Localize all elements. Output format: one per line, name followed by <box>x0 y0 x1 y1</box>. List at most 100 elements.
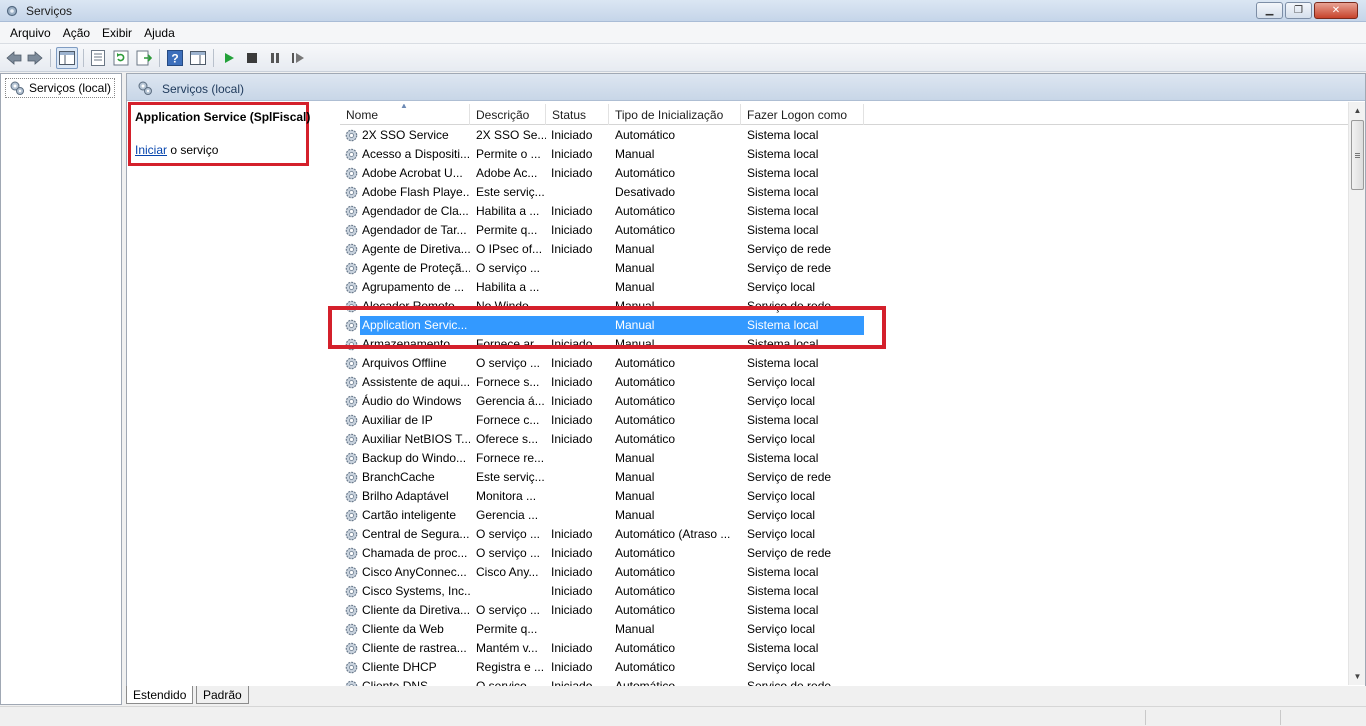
menu-bar: Arquivo Ação Exibir Ajuda <box>0 22 1366 44</box>
service-startup-type: Manual <box>615 147 655 161</box>
service-row[interactable]: Cliente da Diretiva... O serviço ... Inici… <box>340 601 864 620</box>
service-row[interactable]: Agendador de Cla... Habilita a ... Iniciad… <box>340 202 864 221</box>
column-header-logon-as[interactable]: Fazer Logon como <box>741 104 864 125</box>
service-name: BranchCache <box>362 470 435 484</box>
column-header-description[interactable]: Descrição <box>470 104 546 125</box>
start-service-link[interactable]: Iniciar <box>135 143 167 157</box>
service-row[interactable]: Adobe Acrobat U... Adobe Ac... Iniciado Aut… <box>340 164 864 183</box>
service-status: Iniciado <box>551 242 593 256</box>
service-row[interactable]: Cliente DHCP Registra e ... Iniciado Automá… <box>340 658 864 677</box>
service-row[interactable]: BranchCache Este serviç... Manual Serviço d… <box>340 468 864 487</box>
service-row[interactable]: Auxiliar NetBIOS T... Oferece s... Iniciad… <box>340 430 864 449</box>
service-row[interactable]: Backup do Windo... Fornece re... Manual Sis… <box>340 449 864 468</box>
service-description: Cisco Any... <box>476 565 539 579</box>
service-gear-icon <box>345 452 358 465</box>
start-service-icon[interactable] <box>220 49 238 67</box>
stop-service-icon[interactable] <box>243 49 261 67</box>
service-description: Mantém v... <box>476 641 538 655</box>
service-description: Fornece ar... <box>476 337 544 351</box>
service-startup-type: Automático <box>615 223 676 237</box>
service-row[interactable]: 2X SSO Service 2X SSO Se... Iniciado Automá… <box>340 126 864 145</box>
service-gear-icon <box>345 414 358 427</box>
service-row[interactable]: Brilho Adaptável Monitora ... Manual Serviç… <box>340 487 864 506</box>
selected-service-title: Application Service (SplFiscal) <box>135 110 311 124</box>
service-row[interactable]: Alocador Remoto... No Windo... Manual Servi… <box>340 297 864 316</box>
service-startup-type: Automático <box>615 356 676 370</box>
service-row[interactable]: Application Servic... Manual Sistema local <box>340 316 864 335</box>
service-name: Adobe Acrobat U... <box>362 166 463 180</box>
menu-exibir[interactable]: Exibir <box>96 24 138 42</box>
service-gear-icon <box>345 167 358 180</box>
service-row[interactable]: Auxiliar de IP Fornece c... Iniciado Automá… <box>340 411 864 430</box>
service-startup-type: Desativado <box>615 185 676 199</box>
service-row[interactable]: Central de Segura... O serviço ... Iniciad… <box>340 525 864 544</box>
back-icon[interactable] <box>5 49 23 67</box>
service-row[interactable]: Agrupamento de ... Habilita a ... Manual Se… <box>340 278 864 297</box>
service-name: Application Servic... <box>362 318 468 332</box>
service-row[interactable]: Áudio do Windows Gerencia á... Iniciado Aut… <box>340 392 864 411</box>
service-logon-as: Sistema local <box>747 223 819 237</box>
vertical-scrollbar[interactable]: ▲ ▼ <box>1348 102 1365 685</box>
service-name: Cliente da Diretiva... <box>362 603 470 617</box>
menu-ajuda[interactable]: Ajuda <box>138 24 181 42</box>
scroll-down-icon[interactable]: ▼ <box>1349 668 1366 685</box>
service-status: Iniciado <box>551 660 593 674</box>
menu-acao[interactable]: Ação <box>57 24 96 42</box>
tree-item-services-local[interactable]: Serviços (local) <box>5 78 116 98</box>
service-row[interactable]: Arquivos Offline O serviço ... Iniciado Aut… <box>340 354 864 373</box>
service-row[interactable]: Agente de Diretiva... O IPsec of... Inicia… <box>340 240 864 259</box>
help-icon[interactable]: ? <box>166 49 184 67</box>
service-row[interactable]: Adobe Flash Playe... Este serviç... Desati… <box>340 183 864 202</box>
service-row[interactable]: Cliente DNS O serviço ... Iniciado Automáti… <box>340 677 864 686</box>
column-header-status[interactable]: Status <box>546 104 609 125</box>
close-button[interactable]: ✕ <box>1314 2 1358 19</box>
export-list-icon[interactable] <box>135 49 153 67</box>
service-row[interactable]: Acesso a Dispositi... Permite o ... Inicia… <box>340 145 864 164</box>
column-header-startup-type[interactable]: Tipo de Inicialização <box>609 104 741 125</box>
refresh-icon[interactable] <box>112 49 130 67</box>
service-startup-type: Manual <box>615 318 655 332</box>
action-suffix: o serviço <box>167 143 219 157</box>
service-logon-as: Sistema local <box>747 641 819 655</box>
service-row[interactable]: Chamada de proc... O serviço ... Iniciado A… <box>340 544 864 563</box>
view-tabs: Estendido Padrão <box>126 686 1366 706</box>
restart-service-icon[interactable] <box>289 49 307 67</box>
pause-service-icon[interactable] <box>266 49 284 67</box>
scroll-thumb[interactable] <box>1351 120 1364 190</box>
service-name: Chamada de proc... <box>362 546 468 560</box>
service-row[interactable]: Assistente de aqui... Fornece s... Iniciad… <box>340 373 864 392</box>
tab-estendido[interactable]: Estendido <box>126 686 194 704</box>
tab-padrao[interactable]: Padrão <box>196 686 249 704</box>
show-hide-tree-icon[interactable] <box>56 47 78 69</box>
service-gear-icon <box>345 338 358 351</box>
service-name: Agente de Diretiva... <box>362 242 470 256</box>
service-status: Iniciado <box>551 413 593 427</box>
service-row[interactable]: Agendador de Tar... Permite q... Iniciado A… <box>340 221 864 240</box>
forward-icon[interactable] <box>26 49 44 67</box>
service-row[interactable]: Cliente de rastrea... Mantém v... Iniciado… <box>340 639 864 658</box>
service-row[interactable]: Cartão inteligente Gerencia ... Manual Serv… <box>340 506 864 525</box>
status-bar <box>0 706 1366 726</box>
service-logon-as: Serviço de rede <box>747 546 832 560</box>
minimize-button[interactable]: ▁ <box>1256 2 1283 19</box>
scroll-up-icon[interactable]: ▲ <box>1349 102 1366 119</box>
service-status: Iniciado <box>551 356 593 370</box>
service-row[interactable]: Cisco Systems, Inc... Iniciado Automático S… <box>340 582 864 601</box>
service-row[interactable]: Cisco AnyConnec... Cisco Any... Iniciado Au… <box>340 563 864 582</box>
service-logon-as: Serviço local <box>747 432 816 446</box>
restore-button[interactable]: ❐ <box>1285 2 1312 19</box>
service-row[interactable]: Cliente da Web Permite q... Manual Serviço … <box>340 620 864 639</box>
service-gear-icon <box>345 186 358 199</box>
action-pane-icon[interactable] <box>189 49 207 67</box>
service-name: Agrupamento de ... <box>362 280 465 294</box>
service-name: Cliente DNS <box>362 679 429 686</box>
service-startup-type: Automático <box>615 584 676 598</box>
service-startup-type: Manual <box>615 470 655 484</box>
column-header-name[interactable]: ▲ Nome <box>340 104 470 125</box>
service-row[interactable]: Agente de Proteçã... O serviço ... Manual S… <box>340 259 864 278</box>
service-logon-as: Sistema local <box>747 356 819 370</box>
service-description: O IPsec of... <box>476 242 543 256</box>
service-row[interactable]: Armazenamento ... Fornece ar... Iniciado Ma… <box>340 335 864 354</box>
properties-icon[interactable] <box>89 49 107 67</box>
menu-arquivo[interactable]: Arquivo <box>4 24 57 42</box>
